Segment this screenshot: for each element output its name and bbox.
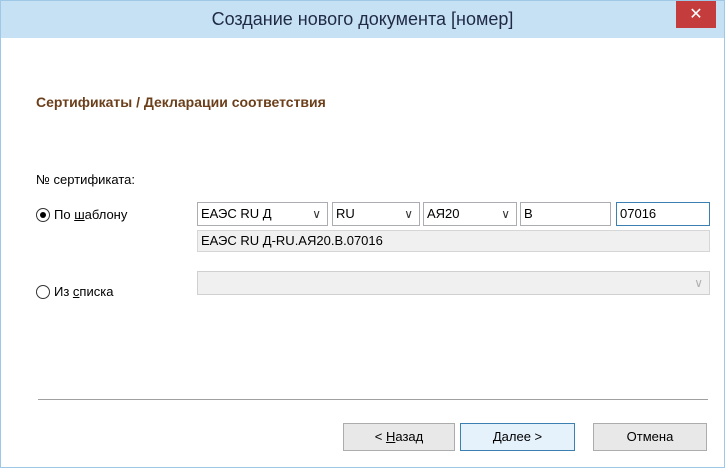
template-part1-select[interactable]: ЕАЭС RU Д ∨ [197,202,328,226]
cancel-button[interactable]: Отмена [593,423,707,451]
certificate-preview: ЕАЭС RU Д-RU.АЯ20.В.07016 [197,230,710,252]
radio-from-list[interactable]: Из списка [36,284,113,299]
chevron-down-icon: ∨ [694,276,703,290]
radio-from-list-label: Из списка [54,284,114,299]
radio-by-template-label: По шаблону [54,207,128,222]
template-part4-input[interactable]: В [520,202,611,226]
next-button[interactable]: Далее > [460,423,575,451]
certificate-list-select: ∨ [197,271,710,295]
certificate-number-label: № сертификата: [36,172,135,187]
template-part5-input[interactable]: 07016 [616,202,710,226]
footer-divider [38,399,708,400]
template-part3-select[interactable]: АЯ20 ∨ [423,202,517,226]
window-title: Создание нового документа [номер] [211,9,514,29]
dialog-content: Сертификаты / Декларации соответствия № … [8,38,716,460]
section-title: Сертификаты / Декларации соответствия [36,94,326,110]
template-part2-select[interactable]: RU ∨ [332,202,420,226]
close-icon[interactable]: ✕ [676,1,716,28]
radio-button-checked[interactable] [36,207,50,222]
title-bar: Создание нового документа [номер] ✕ [1,1,724,38]
radio-button-unchecked[interactable] [36,284,50,299]
radio-by-template[interactable]: По шаблону [36,207,127,222]
chevron-down-icon[interactable]: ∨ [501,203,510,225]
back-button[interactable]: < Назад [343,423,455,451]
chevron-down-icon[interactable]: ∨ [404,203,413,225]
dialog-window: Создание нового документа [номер] ✕ Серт… [0,0,725,468]
chevron-down-icon[interactable]: ∨ [312,203,321,225]
